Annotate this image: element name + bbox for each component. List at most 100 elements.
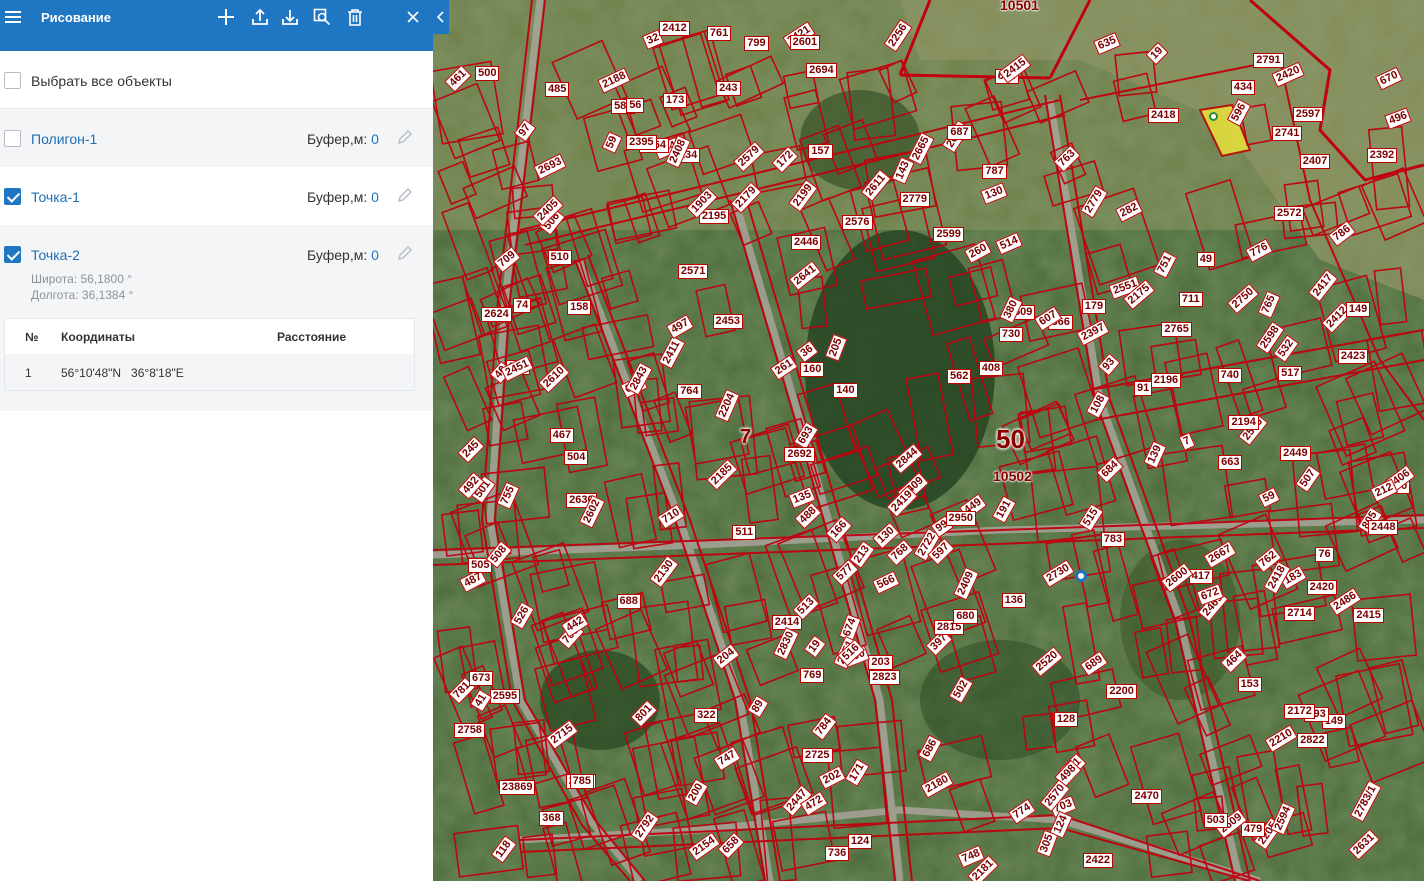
- table-cell-num: 1: [25, 366, 32, 380]
- parcel-number-label: 783: [1100, 531, 1126, 547]
- parcel-number-label: 56: [626, 98, 645, 114]
- parcel-number-label: 2624: [481, 306, 512, 322]
- menu-icon[interactable]: [2, 0, 24, 34]
- point-1-checkbox[interactable]: [4, 188, 21, 205]
- cadastral-quarter-label: 50: [996, 424, 1025, 454]
- parcel-number-label: 2453: [712, 314, 743, 330]
- parcel-number-label: 2779: [899, 191, 930, 207]
- parcel-number-label: 2725: [802, 748, 833, 764]
- parcel-number-label: 2420: [1306, 579, 1338, 595]
- cadastral-block-label: 10502: [993, 468, 1032, 484]
- upload-icon[interactable]: [248, 0, 272, 34]
- parcel-number-label: 2446: [790, 235, 822, 251]
- parcel-number-label: 74: [513, 298, 532, 314]
- parcel-number-label: 2741: [1271, 125, 1303, 141]
- parcel-number-label: 2714: [1284, 606, 1315, 622]
- parcel-number-label: 149: [1345, 301, 1371, 317]
- parcel-number-label: 711: [1178, 292, 1203, 308]
- object-row-point-2[interactable]: Точка-2 Буфер,м: 0 Широта: 56,1800 ° Дол…: [0, 225, 433, 411]
- parcel-number-label: 49: [1196, 251, 1215, 267]
- parcel-number-label: 153: [1237, 676, 1262, 692]
- parcel-number-label: 2572: [1273, 205, 1305, 221]
- parcel-number-label: 680: [953, 608, 978, 624]
- parcel-number-label: 510: [547, 249, 572, 265]
- cadastral-quarter-label: 7: [740, 426, 752, 448]
- panel-header: Рисование: [0, 0, 433, 51]
- coordinates-table: № Координаты Расстояние 1 56°10'48"N 36°…: [4, 318, 415, 391]
- select-all-checkbox[interactable]: [4, 72, 21, 89]
- buffer-label: Буфер,м:: [307, 189, 368, 205]
- point-2-marker[interactable]: [1075, 570, 1087, 582]
- parcel-number-label: 2601: [789, 34, 821, 50]
- parcel-number-label: 2449: [1280, 445, 1311, 461]
- parcel-number-label: 23869: [498, 779, 536, 795]
- point-2-checkbox[interactable]: [4, 246, 21, 263]
- parcel-number-label: 2415: [1353, 607, 1384, 623]
- parcel-number-label: 485: [544, 82, 570, 98]
- parcel-number-label: 500: [475, 66, 500, 82]
- parcel-number-label: 2597: [1292, 106, 1324, 122]
- parcel-number-label: 2448: [1367, 519, 1399, 535]
- parcel-number-label: 511: [732, 524, 757, 540]
- collapse-panel-button[interactable]: [433, 0, 449, 34]
- parcel-number-label: 136: [1001, 592, 1026, 608]
- point-1-marker[interactable]: [1209, 112, 1218, 121]
- buffer-value[interactable]: 0: [371, 131, 379, 147]
- pencil-icon[interactable]: [397, 129, 415, 147]
- parcel-number-label: 2470: [1131, 789, 1162, 805]
- parcel-number-label: 504: [564, 449, 589, 465]
- parcel-number-label: 673: [468, 671, 494, 687]
- polygon-1-checkbox[interactable]: [4, 130, 21, 147]
- parcel-number-label: 368: [539, 811, 564, 827]
- parcel-number-label: 2422: [1082, 852, 1114, 868]
- table-cell-coords: 56°10'48"N 36°8'18"E: [61, 366, 184, 380]
- trash-icon[interactable]: [344, 0, 366, 34]
- table-header-coords: Координаты: [61, 330, 136, 344]
- parcel-number-label: 740: [1217, 367, 1242, 383]
- download-icon[interactable]: [278, 0, 302, 34]
- parcel-number-label: 799: [744, 36, 769, 52]
- parcel-number-label: 2172: [1284, 704, 1315, 720]
- buffer-label: Буфер,м:: [307, 131, 368, 147]
- parcel-number-label: 787: [982, 163, 1007, 179]
- select-all-row[interactable]: Выбрать все объекты: [0, 51, 433, 109]
- parcel-number-label: 2694: [806, 63, 837, 79]
- parcel-number-label: 2395: [626, 134, 657, 150]
- add-icon[interactable]: [214, 0, 238, 34]
- object-row-polygon-1[interactable]: Полигон-1 Буфер,м: 0: [0, 109, 433, 167]
- parcel-number-label: 76: [1315, 546, 1334, 562]
- parcel-number-label: 203: [868, 655, 893, 671]
- table-header-distance: Расстояние: [277, 330, 347, 344]
- parcel-number-label: 663: [1218, 455, 1243, 471]
- panel-title: Рисование: [41, 10, 111, 25]
- zoom-to-objects-icon[interactable]: [310, 0, 334, 34]
- parcel-number-label: 2791: [1253, 53, 1284, 69]
- parcel-number-label: 2595: [489, 688, 521, 704]
- parcel-number-label: 562: [947, 368, 972, 384]
- pencil-icon[interactable]: [397, 187, 415, 205]
- object-name[interactable]: Точка-1: [31, 189, 80, 205]
- parcel-number-label: 2950: [945, 510, 976, 526]
- object-row-point-1[interactable]: Точка-1 Буфер,м: 0: [0, 167, 433, 225]
- buffer-value[interactable]: 0: [371, 189, 379, 205]
- parcel-number-label: 2599: [933, 227, 964, 243]
- parcel-number-label: 158: [567, 300, 592, 316]
- parcel-number-label: 91: [1134, 381, 1153, 397]
- parcel-number-label: 2576: [842, 215, 873, 231]
- parcel-number-label: 736: [824, 846, 850, 861]
- object-name[interactable]: Полигон-1: [31, 131, 97, 147]
- parcel-number-label: 764: [677, 384, 702, 400]
- close-icon[interactable]: [403, 0, 423, 34]
- parcel-number-label: 2571: [677, 264, 709, 280]
- parcel-number-label: 157: [808, 143, 833, 159]
- parcel-number-label: 2194: [1228, 414, 1259, 430]
- buffer-value[interactable]: 0: [371, 247, 379, 263]
- parcel-number-label: 2765: [1161, 322, 1192, 338]
- object-name[interactable]: Точка-2: [31, 247, 80, 263]
- parcel-number-label: 2418: [1148, 107, 1179, 123]
- parcel-number-label: 128: [1053, 711, 1079, 727]
- parcel-number-label: 467: [549, 428, 575, 444]
- parcel-number-label: 2407: [1299, 153, 1331, 169]
- parcel-number-label: 124: [847, 834, 873, 850]
- pencil-icon[interactable]: [397, 245, 415, 263]
